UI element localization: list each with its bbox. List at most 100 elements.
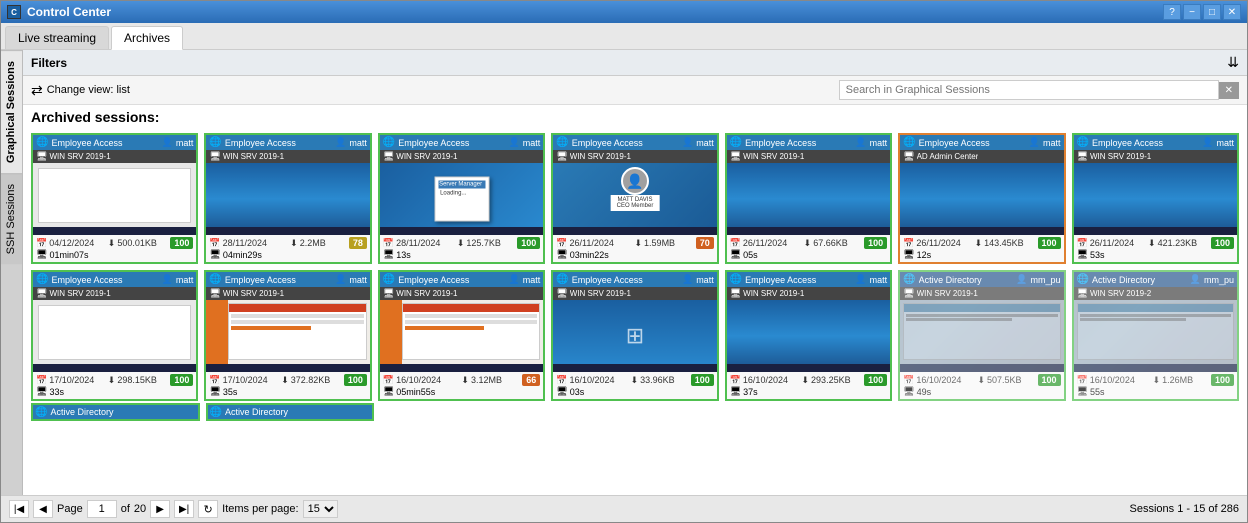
tab-archives[interactable]: Archives bbox=[111, 26, 183, 50]
session-card[interactable]: 🌐 Active Directory 👤 mm_pu 🖥 WIN SRV 201… bbox=[1072, 270, 1239, 401]
session-card[interactable]: 🌐 Employee Access 👤 matt 🖥 WIN SRV 2019-… bbox=[725, 270, 892, 401]
tab-live-streaming[interactable]: Live streaming bbox=[5, 26, 109, 49]
session-card[interactable]: 🌐 Employee Access 👤 matt 🖥 WIN SRV 2019-… bbox=[378, 133, 545, 264]
monitor-icon: 🖥 bbox=[730, 151, 741, 162]
items-per-page-select[interactable]: 10 15 25 50 bbox=[303, 500, 338, 518]
duration-info: 🖥 05s bbox=[730, 249, 758, 260]
maximize-button[interactable]: □ bbox=[1203, 4, 1221, 20]
card-host: WIN SRV 2019-1 bbox=[223, 289, 284, 298]
card-screenshot: ⊞ bbox=[553, 300, 716, 372]
size-info: ⬇ 507.5KB bbox=[977, 375, 1021, 386]
card-user: matt bbox=[176, 275, 194, 285]
first-page-button[interactable]: |◀ bbox=[9, 500, 29, 518]
sidebar-tab-ssh[interactable]: SSH Sessions bbox=[1, 173, 22, 264]
card-subheader: 🖥 WIN SRV 2019-1 bbox=[206, 287, 369, 300]
card-size: 372.82KB bbox=[291, 375, 331, 385]
session-card[interactable]: 🌐 Employee Access 👤 matt 🖥 WIN SRV 2019-… bbox=[31, 270, 198, 401]
card-duration: 53s bbox=[1090, 250, 1105, 260]
prev-page-button[interactable]: ◀ bbox=[33, 500, 53, 518]
card-header: 🌐 Employee Access 👤 matt bbox=[380, 135, 543, 150]
card-screenshot bbox=[900, 163, 1063, 235]
session-card[interactable]: 🌐 Employee Access 👤 matt 🖥 WIN SRV 2019-… bbox=[204, 270, 371, 401]
items-per-page-label: Items per page: bbox=[222, 503, 298, 515]
partial-card[interactable]: 🌐Active Directory bbox=[206, 403, 375, 421]
filters-collapse-button[interactable]: ⇊ bbox=[1227, 54, 1239, 71]
card-duration: 12s bbox=[917, 250, 932, 260]
next-page-button[interactable]: ▶ bbox=[150, 500, 170, 518]
session-card[interactable]: 🌐 Employee Access 👤 matt 🖥 WIN SRV 2019-… bbox=[551, 270, 718, 401]
card-title: Employee Access bbox=[51, 138, 158, 148]
app-title: Control Center bbox=[27, 5, 111, 19]
card-duration: 35s bbox=[223, 387, 238, 397]
help-button[interactable]: ? bbox=[1163, 4, 1181, 20]
search-clear-button[interactable]: ✕ bbox=[1219, 82, 1239, 99]
search-input[interactable] bbox=[839, 80, 1219, 100]
toolbar: ⇄ Change view: list ✕ bbox=[23, 76, 1247, 105]
card-user: mm_pu bbox=[1204, 275, 1234, 285]
session-card[interactable]: 🌐 Employee Access 👤 matt 🖥 WIN SRV 2019-… bbox=[378, 270, 545, 401]
date-info: 📅 16/10/2024 bbox=[383, 375, 441, 386]
score-badge: 78 bbox=[349, 237, 367, 249]
score-badge: 100 bbox=[1211, 237, 1234, 249]
download-icon: ⬇ bbox=[1148, 238, 1156, 249]
user-icon: 👤 bbox=[509, 137, 520, 148]
card-date: 26/11/2024 bbox=[743, 238, 787, 248]
card-date: 26/11/2024 bbox=[1090, 238, 1134, 248]
monitor-small-icon: 🖥 bbox=[36, 249, 47, 260]
card-duration: 03min22s bbox=[570, 250, 609, 260]
session-card[interactable]: 🌐 Employee Access 👤 matt 🖥 WIN SRV 2019-… bbox=[725, 133, 892, 264]
card-footer: 📅 28/11/2024 ⬇ 125.7KB 100 🖥 13s bbox=[380, 235, 543, 262]
session-card[interactable]: 🌐 Employee Access 👤 matt 🖥 WIN SRV 2019-… bbox=[551, 133, 718, 264]
score-badge: 100 bbox=[344, 374, 367, 386]
monitor-small-icon: 🖥 bbox=[36, 386, 47, 397]
card-date: 16/10/2024 bbox=[1090, 375, 1135, 385]
close-button[interactable]: ✕ bbox=[1223, 4, 1241, 20]
minimize-button[interactable]: − bbox=[1183, 4, 1201, 20]
card-header: 🌐 Active Directory 👤 mm_pu bbox=[1074, 272, 1237, 287]
card-header: 🌐 Employee Access 👤 matt bbox=[727, 272, 890, 287]
card-header: 🌐 Employee Access 👤 matt bbox=[900, 135, 1063, 150]
globe-icon: 🌐 bbox=[903, 137, 915, 148]
download-icon: ⬇ bbox=[804, 238, 812, 249]
card-date: 04/12/2024 bbox=[49, 238, 94, 248]
session-card[interactable]: 🌐 Employee Access 👤 matt 🖥 AD Admin Cent… bbox=[898, 133, 1065, 264]
monitor-icon: 🖥 bbox=[209, 288, 220, 299]
partial-card[interactable]: 🌐Active Directory bbox=[31, 403, 200, 421]
card-user: matt bbox=[349, 275, 367, 285]
monitor-icon: 🖥 bbox=[383, 288, 394, 299]
card-size: 2.2MB bbox=[300, 238, 326, 248]
sessions-grid-area[interactable]: 🌐 Employee Access 👤 matt 🖥 WIN SRV 2019-… bbox=[23, 129, 1247, 523]
card-size: 67.66KB bbox=[813, 238, 848, 248]
sidebar-tab-graphical[interactable]: Graphical Sessions bbox=[1, 50, 22, 173]
refresh-button[interactable]: ↻ bbox=[198, 500, 218, 518]
section-heading: Archived sessions: bbox=[23, 105, 1247, 129]
score-badge: 100 bbox=[1038, 374, 1061, 386]
globe-icon: 🌐 bbox=[36, 274, 48, 285]
score-badge: 100 bbox=[517, 237, 540, 249]
session-card[interactable]: 🌐 Active Directory 👤 mm_pu 🖥 WIN SRV 201… bbox=[898, 270, 1065, 401]
last-page-button[interactable]: ▶| bbox=[174, 500, 194, 518]
date-info: 📅 17/10/2024 bbox=[209, 375, 267, 386]
session-card[interactable]: 🌐 Employee Access 👤 matt 🖥 WIN SRV 2019-… bbox=[1072, 133, 1239, 264]
card-date: 28/11/2024 bbox=[396, 238, 440, 248]
card-date: 16/10/2024 bbox=[570, 375, 615, 385]
session-card[interactable]: 🌐 Employee Access 👤 matt 🖥 WIN SRV 2019-… bbox=[31, 133, 198, 264]
card-date: 28/11/2024 bbox=[223, 238, 267, 248]
date-info: 📅 16/10/2024 bbox=[556, 375, 614, 386]
download-icon: ⬇ bbox=[635, 238, 643, 249]
page-label: Page bbox=[57, 503, 83, 515]
change-view-button[interactable]: ⇄ Change view: list bbox=[31, 82, 130, 99]
card-duration: 37s bbox=[743, 387, 758, 397]
page-input[interactable] bbox=[87, 500, 117, 518]
download-icon: ⬇ bbox=[631, 375, 639, 386]
size-info: ⬇ 3.12MB bbox=[461, 375, 502, 386]
session-card[interactable]: 🌐 Employee Access 👤 matt 🖥 WIN SRV 2019-… bbox=[204, 133, 371, 264]
monitor-small-icon: 🖥 bbox=[1077, 249, 1088, 260]
duration-info: 🖥 33s bbox=[36, 386, 64, 397]
duration-info: 🖥 35s bbox=[209, 386, 237, 397]
sessions-grid: 🌐 Employee Access 👤 matt 🖥 WIN SRV 2019-… bbox=[31, 133, 1239, 401]
duration-info: 🖥 03s bbox=[556, 386, 584, 397]
score-badge: 100 bbox=[1211, 374, 1234, 386]
duration-info: 🖥 49s bbox=[903, 386, 931, 397]
content-area: Filters ⇊ ⇄ Change view: list ✕ Archived… bbox=[23, 50, 1247, 523]
